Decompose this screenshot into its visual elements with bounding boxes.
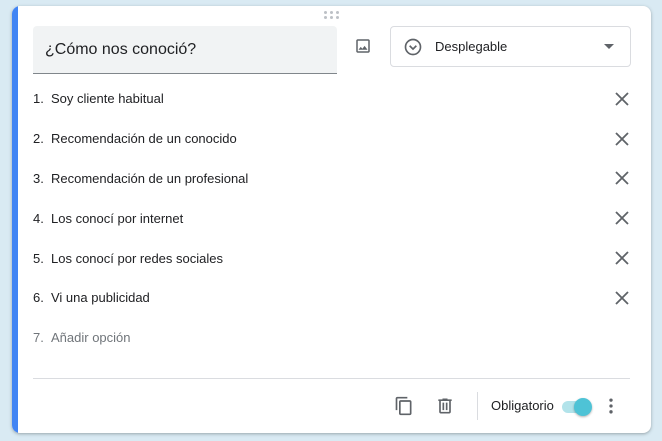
required-toggle[interactable] (560, 397, 594, 416)
add-image-button[interactable] (349, 32, 377, 60)
option-number: 5. (33, 250, 44, 266)
more-vert-icon (609, 398, 613, 414)
option-item[interactable]: 4. Los conocí por internet (33, 198, 633, 238)
question-type-dropdown[interactable]: Desplegable (390, 26, 631, 67)
remove-option-button[interactable] (611, 88, 633, 110)
more-options-button[interactable] (599, 394, 623, 418)
option-number: 2. (33, 131, 44, 147)
trash-icon (438, 398, 452, 414)
chevron-down-icon (604, 44, 614, 49)
active-indicator-bar (12, 6, 18, 433)
question-footer: Obligatorio (12, 389, 651, 423)
option-number: 7. (33, 330, 44, 346)
option-number: 6. (33, 290, 44, 306)
question-card[interactable]: ¿Cómo nos conoció? Desplegable 1. Soy cl… (12, 6, 651, 433)
option-text[interactable]: Los conocí por redes sociales (51, 251, 223, 266)
required-label: Obligatorio (491, 398, 554, 413)
image-icon (356, 39, 370, 53)
close-icon (615, 251, 629, 265)
option-number: 1. (33, 91, 44, 107)
footer-divider (33, 378, 630, 379)
close-icon (615, 92, 629, 106)
options-list: 1. Soy cliente habitual 2. Recomendación… (33, 79, 633, 358)
question-title-input[interactable]: ¿Cómo nos conoció? (33, 26, 337, 74)
drag-handle-icon[interactable] (322, 10, 342, 20)
option-number: 3. (33, 170, 44, 186)
option-text[interactable]: Recomendación de un profesional (51, 171, 248, 186)
remove-option-button[interactable] (611, 207, 633, 229)
delete-button[interactable] (433, 394, 457, 418)
option-item[interactable]: 2. Recomendación de un conocido (33, 119, 633, 159)
duplicate-button[interactable] (392, 394, 416, 418)
option-text[interactable]: Los conocí por internet (51, 211, 183, 226)
dropdown-circle-icon (404, 38, 422, 55)
close-icon (615, 211, 629, 225)
option-item[interactable]: 1. Soy cliente habitual (33, 79, 633, 119)
remove-option-button[interactable] (611, 128, 633, 150)
toggle-thumb (574, 398, 592, 416)
option-item[interactable]: 6. Vi una publicidad (33, 278, 633, 318)
option-text[interactable]: Soy cliente habitual (51, 91, 164, 106)
add-option-row[interactable]: 7. Añadir opción (33, 318, 633, 358)
remove-option-button[interactable] (611, 247, 633, 269)
remove-option-button[interactable] (611, 167, 633, 189)
option-number: 4. (33, 210, 44, 226)
copy-icon (395, 396, 412, 416)
remove-option-button[interactable] (611, 287, 633, 309)
question-type-label: Desplegable (435, 39, 508, 54)
close-icon (615, 171, 629, 186)
close-icon (615, 291, 629, 305)
option-item[interactable]: 5. Los conocí por redes sociales (33, 238, 633, 278)
footer-separator (477, 392, 478, 420)
add-option-input[interactable]: Añadir opción (51, 330, 131, 345)
option-item[interactable]: 3. Recomendación de un profesional (33, 159, 633, 199)
option-text[interactable]: Vi una publicidad (51, 290, 150, 305)
option-text[interactable]: Recomendación de un conocido (51, 131, 237, 146)
question-title-text: ¿Cómo nos conoció? (45, 40, 197, 58)
close-icon (615, 132, 629, 146)
